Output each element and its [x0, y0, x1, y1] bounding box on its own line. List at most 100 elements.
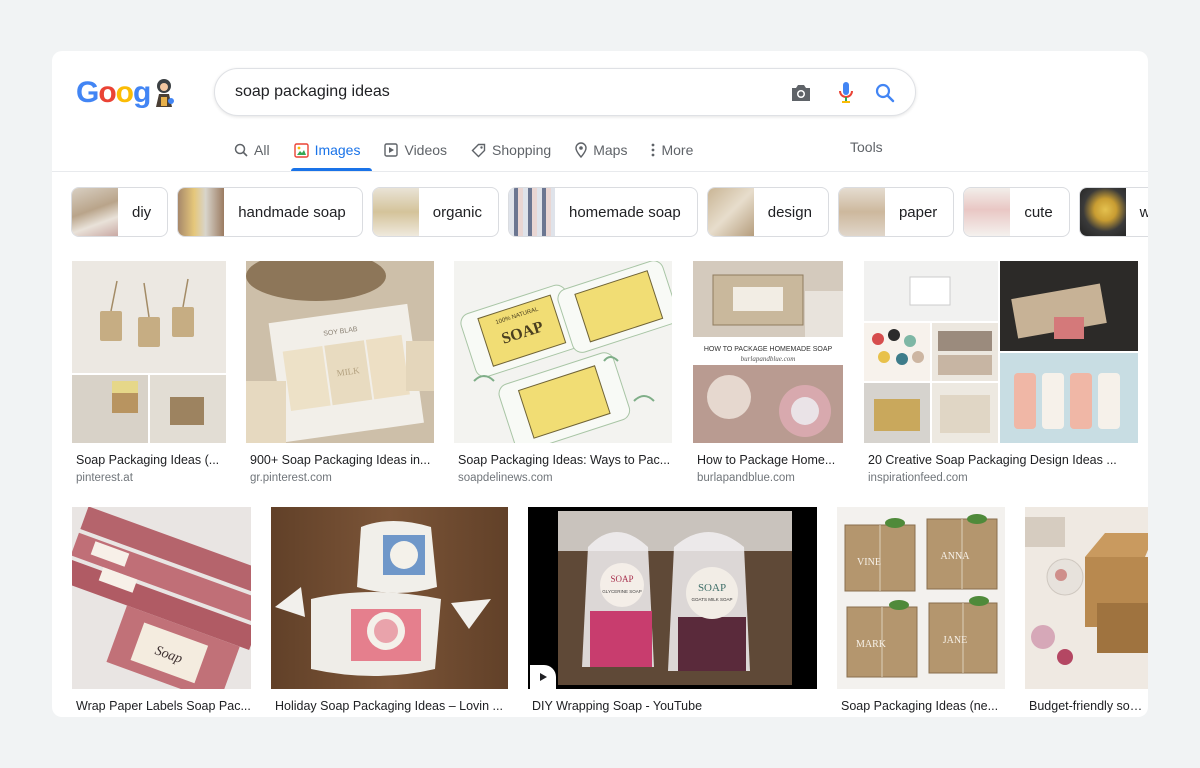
chip-label: cute [1024, 203, 1053, 221]
result-title: 900+ Soap Packaging Ideas in... [250, 453, 431, 467]
chip-thumbnail [707, 188, 754, 236]
tab-label: Shopping [492, 142, 552, 158]
result-title: Soap Packaging Ideas (... [76, 453, 220, 467]
chip-label: wra [1126, 204, 1148, 221]
result-domain: burlapandblue.com [697, 472, 795, 484]
doodle-figure-icon [151, 77, 177, 109]
result-thumbnail: Soap [72, 507, 251, 689]
chip-thumbnail [1079, 188, 1126, 236]
tab-videos[interactable]: Videos [382, 129, 459, 171]
result-title: DIY Wrapping Soap - YouTube [532, 699, 703, 713]
tag-icon [471, 143, 486, 157]
tab-shopping[interactable]: Shopping [469, 129, 563, 171]
result-thumbnail [1025, 507, 1148, 689]
tab-maps[interactable]: Maps [573, 129, 639, 171]
tab-label: Maps [593, 142, 628, 158]
image-text: ANNA [941, 551, 971, 562]
image-text: MARK [856, 639, 887, 650]
result-domain: gr.pinterest.com [250, 472, 332, 484]
result-thumbnail: HOW TO PACKAGE HOMEMADE SOAP burlapandbl… [693, 261, 843, 443]
tab-label: Videos [404, 142, 448, 158]
image-result[interactable]: HOW TO PACKAGE HOMEMADE SOAP burlapandbl… [693, 261, 843, 484]
image-result[interactable]: Holiday Soap Packaging Ideas – Lovin ... [271, 507, 508, 717]
result-thumbnail: SOY BLAB MILK [246, 261, 434, 443]
tools-button[interactable]: Tools [850, 139, 883, 155]
logo-letter: g [133, 76, 151, 109]
logo-letter: o [98, 76, 116, 109]
search-icon[interactable] [873, 81, 897, 105]
map-pin-icon [575, 142, 587, 158]
play-icon [384, 143, 399, 157]
result-title: How to Package Home... [697, 453, 836, 467]
chip-thumbnail [838, 188, 885, 236]
result-domain: pinterest.at [76, 472, 133, 484]
result-thumbnail [72, 261, 226, 443]
result-domain: soapdelinews.com [458, 472, 553, 484]
chip-thumbnail [372, 188, 419, 236]
chip-wrap[interactable]: wra [1078, 187, 1148, 237]
search-box [214, 68, 916, 116]
chip-label: paper [898, 203, 938, 221]
image-result[interactable]: SOAP 100% NATURAL Soap Packaging Ideas: … [454, 261, 672, 484]
image-result[interactable]: Soap Packaging Ideas (... pinterest.at [72, 261, 226, 484]
video-play-icon [530, 665, 556, 689]
search-tabs: All Images Videos Shopping Maps More [232, 129, 715, 171]
search-icon [234, 143, 248, 157]
result-title: Soap Packaging Ideas: Ways to Pac... [458, 453, 671, 467]
tab-label: More [661, 142, 694, 158]
camera-icon[interactable] [789, 81, 813, 105]
result-thumbnail [271, 507, 508, 689]
chip-thumbnail [178, 188, 225, 236]
microphone-icon[interactable] [834, 81, 858, 105]
result-title: Soap Packaging Ideas (ne... [841, 699, 999, 713]
chip-diy[interactable]: diy [71, 187, 169, 237]
video-result[interactable]: SOAP GLYCERINE SOAP SOAP GOATS MILK SOAP… [528, 507, 817, 717]
result-thumbnail: SOAP 100% NATURAL [454, 261, 672, 443]
chip-design[interactable]: design [706, 187, 829, 237]
chip-organic[interactable]: organic [371, 187, 499, 237]
result-title: Holiday Soap Packaging Ideas – Lovin ... [275, 699, 503, 713]
image-text: SOAP [698, 582, 726, 594]
image-text: JANE [943, 635, 967, 646]
chip-thumbnail [72, 188, 118, 236]
chip-label: homemade soap [568, 203, 681, 221]
google-doodle-logo[interactable]: Goog [76, 75, 177, 111]
chip-thumbnail [964, 188, 1011, 236]
chip-paper[interactable]: paper [837, 187, 955, 237]
result-title: Budget-friendly soap ... [1029, 699, 1148, 713]
image-text: GOATS MILK SOAP [692, 597, 733, 602]
image-icon [293, 142, 309, 158]
image-result[interactable]: 20 Creative Soap Packaging Design Ideas … [864, 261, 1138, 484]
result-thumbnail: VINE ANNA MARK JANE [837, 507, 1005, 689]
chip-label: organic [432, 203, 482, 221]
tab-label: Images [314, 142, 361, 158]
image-text: HOW TO PACKAGE HOMEMADE SOAP [704, 346, 833, 353]
image-text: burlapandblue.com [741, 355, 796, 363]
result-thumbnail: SOAP GLYCERINE SOAP SOAP GOATS MILK SOAP [528, 507, 817, 689]
chip-homemade-soap[interactable]: homemade soap [507, 187, 698, 237]
image-text: GLYCERINE SOAP [602, 589, 641, 594]
chip-label: diy [132, 203, 152, 221]
result-domain: inspirationfeed.com [868, 472, 968, 484]
search-input[interactable] [235, 69, 775, 115]
chip-label: handmade soap [238, 203, 346, 221]
image-text: SOAP [610, 574, 633, 584]
related-search-chips: diy handmade soap organic homemade soap … [71, 187, 1148, 237]
image-text: VINE [857, 557, 881, 568]
chip-cute[interactable]: cute [963, 187, 1070, 237]
more-vertical-icon [652, 143, 655, 157]
logo-letter: G [76, 76, 99, 109]
result-title: 20 Creative Soap Packaging Design Ideas … [868, 453, 1117, 467]
result-thumbnail [864, 261, 1138, 443]
tab-more[interactable]: More [649, 129, 705, 171]
chip-handmade-soap[interactable]: handmade soap [177, 187, 363, 237]
image-result[interactable]: SOY BLAB MILK 900+ Soap Packaging Ideas … [246, 261, 434, 484]
search-results-card: Goog All Image [52, 51, 1148, 717]
tab-label: All [254, 142, 270, 158]
image-result[interactable]: VINE ANNA MARK JANE Soap Packaging Ideas… [837, 507, 1005, 717]
image-result[interactable]: Budget-friendly soap ... [1025, 507, 1148, 717]
image-result[interactable]: Soap Wrap Paper Labels Soap Pac... [72, 507, 251, 717]
logo-letter: o [115, 76, 134, 109]
tab-all[interactable]: All [232, 129, 282, 171]
tab-images[interactable]: Images [290, 129, 373, 171]
